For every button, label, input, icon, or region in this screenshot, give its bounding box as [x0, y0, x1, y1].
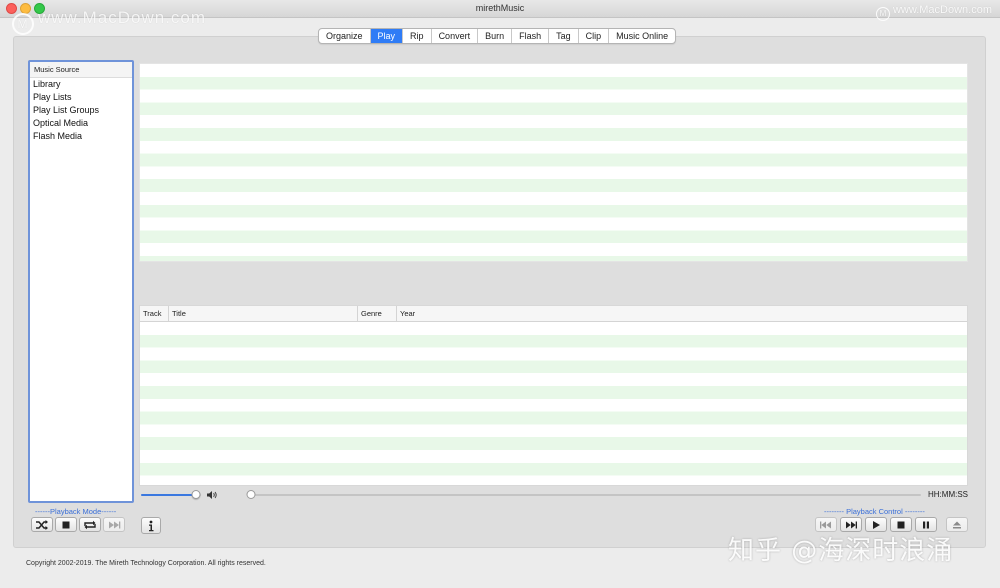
watermark-left: Mwww.MacDown.com: [12, 8, 206, 35]
skip-forward-icon: [109, 521, 121, 528]
stop-mode-icon: [62, 521, 70, 528]
sidebar-item-play-list-groups[interactable]: Play List Groups: [30, 104, 132, 117]
shuffle-button[interactable]: [31, 517, 53, 532]
tab-flash[interactable]: Flash: [512, 29, 550, 43]
play-icon: [873, 520, 880, 529]
time-display: HH:MM:SS: [928, 490, 968, 499]
tab-play[interactable]: Play: [370, 29, 404, 43]
track-list-body[interactable]: [140, 322, 967, 485]
tab-burn[interactable]: Burn: [478, 29, 513, 43]
tab-organize[interactable]: Organize: [319, 29, 371, 43]
info-button[interactable]: [141, 517, 161, 534]
eject-icon: [953, 521, 961, 528]
position-knob[interactable]: [246, 490, 256, 499]
sidebar-item-play-lists[interactable]: Play Lists: [30, 91, 132, 104]
sidebar-item-library[interactable]: Library: [30, 78, 132, 91]
tab-clip[interactable]: Clip: [579, 29, 610, 43]
watermark-right: Mwww.MacDown.com: [875, 4, 992, 21]
copyright-text: Copyright 2002-2019. The Mireth Technolo…: [26, 560, 266, 567]
sidebar-item-flash-media[interactable]: Flash Media: [30, 130, 132, 143]
track-table[interactable]: Track Title Genre Year: [139, 305, 968, 486]
stop-icon: [897, 521, 905, 528]
skip-forward-mode-button[interactable]: [103, 517, 125, 532]
repeat-button[interactable]: [79, 517, 101, 532]
watermark-logo-icon: M: [12, 13, 34, 35]
stop-mode-button[interactable]: [55, 517, 77, 532]
tab-rip[interactable]: Rip: [403, 29, 432, 43]
pause-icon: [923, 521, 929, 528]
track-table-header: Track Title Genre Year: [140, 306, 967, 322]
speaker-icon[interactable]: [206, 489, 218, 501]
watermark-left-text: www.MacDown.com: [38, 8, 207, 27]
sidebar-item-optical-media[interactable]: Optical Media: [30, 117, 132, 130]
mode-tab-bar: Organize Play Rip Convert Burn Flash Tag…: [318, 28, 677, 44]
position-track: [247, 494, 921, 496]
column-header-year[interactable]: Year: [397, 306, 967, 321]
volume-fill: [141, 494, 197, 496]
playback-mode-label: ------Playback Mode------: [35, 507, 117, 516]
playback-position-slider[interactable]: [246, 490, 921, 499]
music-source-panel[interactable]: Music Source Library Play Lists Play Lis…: [28, 60, 134, 503]
column-header-track[interactable]: Track: [140, 306, 169, 321]
info-icon: [149, 520, 154, 531]
zhihu-watermark: 知乎 @海深时浪涌: [728, 536, 954, 566]
watermark-right-text: www.MacDown.com: [892, 4, 992, 16]
volume-slider[interactable]: [141, 490, 201, 499]
music-source-header[interactable]: Music Source: [30, 62, 132, 78]
column-header-title[interactable]: Title: [169, 306, 358, 321]
column-header-genre[interactable]: Genre: [358, 306, 397, 321]
repeat-icon: [84, 520, 96, 529]
playback-control-label: -------- Playback Control --------: [824, 507, 925, 516]
tab-tag[interactable]: Tag: [549, 29, 579, 43]
tab-music-online[interactable]: Music Online: [609, 29, 675, 43]
watermark-logo-small-icon: M: [875, 7, 890, 21]
shuffle-icon: [36, 519, 48, 530]
previous-track-icon: [820, 521, 831, 528]
next-track-icon: [846, 521, 857, 528]
tab-convert[interactable]: Convert: [432, 29, 479, 43]
source-browser-list[interactable]: [139, 63, 968, 262]
volume-knob[interactable]: [191, 490, 201, 499]
